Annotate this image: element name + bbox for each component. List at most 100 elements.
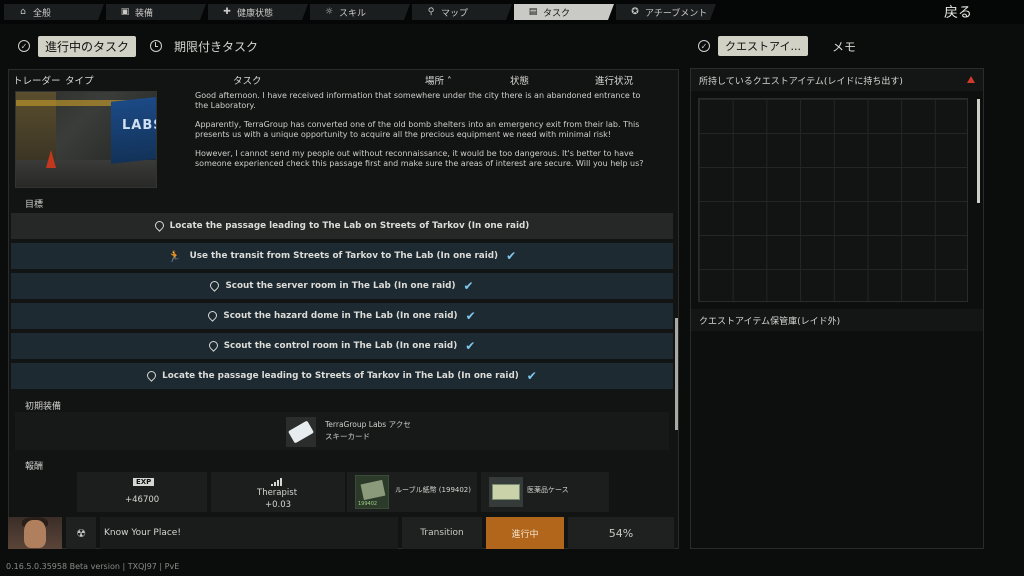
rewards: EXP +46700 Therapist +0.03 199402 ルーブル紙幣… (75, 472, 669, 512)
description-paragraph: Apparently, TerraGroup has converted one… (195, 120, 640, 139)
starting-equipment: TerraGroup Labs アクセ スキーカード (15, 412, 669, 450)
reward-money[interactable]: 199402 ルーブル紙幣 (199402) (347, 472, 477, 512)
money-label: ルーブル紙幣 (199402) (395, 486, 471, 494)
objective-text: Locate the passage leading to Streets of… (162, 371, 519, 381)
money-count: 199402 (358, 501, 378, 507)
nav-tab-achievements[interactable]: ✪ アチーブメント (616, 4, 716, 20)
nav-tab-label: マップ (441, 8, 469, 19)
keycard-name-line: TerraGroup Labs アクセ (325, 420, 411, 429)
skill-icon: ☼ (324, 7, 334, 17)
checkmark-icon: ✔ (465, 309, 476, 323)
objective-text: Use the transit from Streets of Tarkov t… (189, 251, 499, 261)
check-circle-icon: ✓ (18, 40, 30, 52)
checkmark-icon: ✔ (526, 369, 537, 383)
reward-medcase[interactable]: 医薬品ケース (481, 472, 609, 512)
map-pin-icon (147, 371, 154, 381)
map-pin-icon (210, 281, 217, 291)
map-pin-icon (209, 341, 216, 351)
storage-header: クエストアイテム保管庫(レイド外) (691, 309, 983, 331)
nav-tab-label: アチーブメント (645, 8, 708, 19)
version-label: 0.16.5.0.35958 Beta version | TXQJ97 | P… (6, 562, 180, 571)
objective-row[interactable]: 🏃 Use the transit from Streets of Tarkov… (11, 243, 673, 269)
nav-tabs: ⌂ 全般 ▣ 装備 ✚ 健康状態 ☼ スキル ⚲ マップ ▤ タスク ✪ アチーブメント (4, 4, 716, 20)
running-man-icon: 🏃 (167, 249, 182, 263)
task-subtabs: ✓ 進行中のタスク 期限付きタスク (4, 28, 682, 64)
quest-scrollbar[interactable] (675, 318, 678, 430)
quest-list-row[interactable]: ☢ Know Your Place! Transition 進行中 54% (8, 517, 679, 549)
quest-panel: トレーダー タイプ タスク 場所 ˄ 状態 進行状況 LABS Good aft… (8, 69, 679, 549)
quest-name: Know Your Place! (100, 517, 398, 549)
exp-badge: EXP (133, 478, 155, 486)
objective-row[interactable]: Scout the control room in The Lab (In on… (11, 333, 673, 359)
tab-active-tasks[interactable]: 進行中のタスク (38, 35, 137, 57)
exp-value: +46700 (125, 495, 160, 505)
traffic-cone (46, 150, 56, 168)
objective-row[interactable]: Locate the passage leading to Streets of… (11, 363, 673, 389)
objective-row[interactable]: Scout the server room in The Lab (In one… (11, 273, 673, 299)
nav-tab-label: 健康状態 (237, 8, 274, 19)
labs-logo: LABS (122, 118, 156, 133)
held-items-header: 所持しているクエストアイテム(レイドに持ち出す) (691, 69, 983, 91)
objective-row[interactable]: Locate the passage leading to The Lab on… (11, 213, 673, 239)
col-type[interactable]: タイプ (65, 73, 94, 87)
top-nav-bar: ⌂ 全般 ▣ 装備 ✚ 健康状態 ☼ スキル ⚲ マップ ▤ タスク ✪ アチーブメント 戻る (0, 0, 1024, 24)
trader-standing-value: +0.03 (265, 500, 292, 510)
quest-description: Good afternoon. I have received informat… (195, 91, 655, 178)
nav-tab-label: タスク (543, 8, 571, 19)
nav-tab-label: 全般 (33, 8, 52, 19)
health-icon: ✚ (223, 7, 231, 17)
quest-location: Transition (402, 517, 482, 549)
description-paragraph: Good afternoon. I have received informat… (195, 91, 641, 110)
col-status[interactable]: 状態 (510, 73, 529, 87)
clock-icon (150, 40, 163, 52)
quest-status: 進行中 (486, 517, 564, 549)
objective-text: Locate the passage leading to The Lab on… (169, 221, 530, 231)
keycard-icon (287, 420, 315, 444)
tab-timed-tasks[interactable]: 期限付きタスク (174, 38, 258, 55)
reward-trader-standing: Therapist +0.03 (211, 472, 345, 512)
item-subtabs: ✓ クエストアイ... メモ (690, 28, 982, 64)
quest-items-grid[interactable] (698, 98, 968, 302)
rouble-icon: 199402 (355, 475, 389, 509)
description-paragraph: However, I cannot send my people out wit… (195, 149, 644, 168)
quest-progress: 54% (568, 517, 674, 549)
col-trader[interactable]: トレーダー (13, 73, 61, 87)
checkmark-icon: ✔ (506, 249, 517, 263)
nav-tab-gear[interactable]: ▣ 装備 (106, 4, 206, 20)
medcase-label: 医薬品ケース (527, 486, 569, 494)
rewards-label: 報酬 (25, 462, 44, 472)
nav-tab-label: 装備 (135, 8, 154, 19)
checkmark-icon: ✔ (463, 279, 474, 293)
back-button[interactable]: 戻る (944, 2, 972, 22)
keycard-name-line: スキーカード (325, 432, 370, 441)
check-circle-icon: ✓ (698, 40, 710, 52)
checkmark-icon: ✔ (465, 339, 476, 353)
task-icon: ▤ (528, 7, 538, 17)
col-progress[interactable]: 進行状況 (595, 73, 633, 87)
nav-tab-general[interactable]: ⌂ 全般 (4, 4, 104, 20)
map-pin-icon (155, 221, 162, 231)
objective-text: Scout the control room in The Lab (In on… (223, 341, 458, 351)
starting-equipment-label: 初期装備 (25, 402, 62, 412)
col-location[interactable]: 場所 ˄ (425, 73, 452, 87)
quest-type-icon: ☢ (66, 517, 96, 549)
objectives-label: 目標 (25, 200, 44, 210)
quest-image: LABS (15, 91, 157, 188)
col-task[interactable]: タスク (233, 73, 262, 87)
tab-notes[interactable]: メモ (832, 38, 856, 55)
keycard-name: TerraGroup Labs アクセ スキーカード (325, 419, 411, 443)
medcase-icon (489, 477, 523, 507)
objective-text: Scout the hazard dome in The Lab (In one… (223, 311, 458, 321)
keycard-item[interactable] (286, 417, 316, 447)
nav-tab-health[interactable]: ✚ 健康状態 (208, 4, 308, 20)
nav-tab-skills[interactable]: ☼ スキル (310, 4, 410, 20)
reward-exp: EXP +46700 (77, 472, 207, 512)
nav-tab-tasks[interactable]: ▤ タスク (514, 4, 614, 20)
home-icon: ⌂ (20, 7, 26, 17)
objective-row[interactable]: Scout the hazard dome in The Lab (In one… (11, 303, 673, 329)
tab-quest-items[interactable]: クエストアイ... (718, 36, 808, 56)
map-pin-icon (208, 311, 215, 321)
nav-tab-map[interactable]: ⚲ マップ (412, 4, 512, 20)
storage-title: クエストアイテム保管庫(レイド外) (699, 316, 841, 327)
items-scrollbar[interactable] (977, 99, 980, 203)
